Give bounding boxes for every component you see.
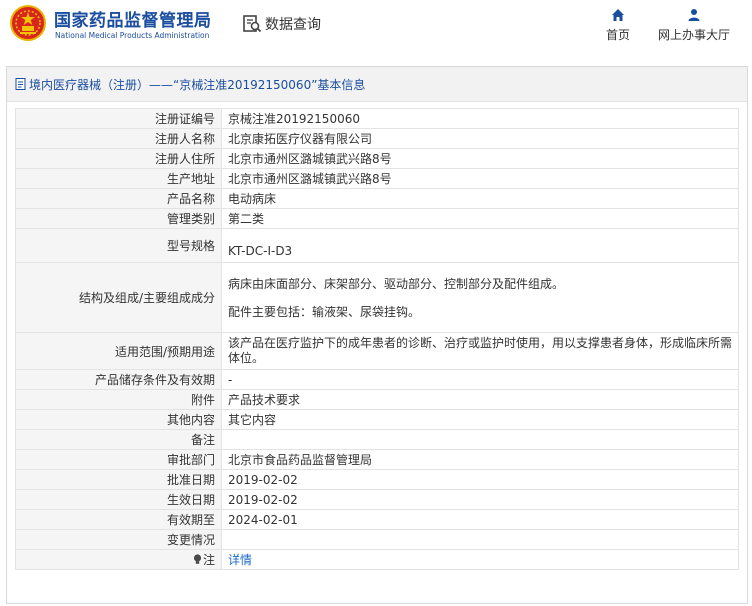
lightbulb-icon [193, 554, 202, 564]
table-row: 备注 [15, 429, 739, 450]
nav-home[interactable]: 首页 [603, 8, 633, 43]
field-value: 其它内容 [221, 409, 739, 430]
field-label: 其他内容 [15, 409, 222, 430]
field-label: 附件 [15, 389, 222, 410]
field-label: 型号规格 [15, 228, 222, 263]
field-label: 备注 [15, 429, 222, 450]
field-label: 产品储存条件及有效期 [15, 369, 222, 390]
search-document-icon [243, 15, 262, 33]
brand-title: 国家药品监督管理局 [54, 11, 212, 31]
field-value: 北京市通州区潞城镇武兴路8号 [221, 148, 739, 169]
note-label: 注 [202, 553, 215, 567]
field-label: 审批部门 [15, 449, 222, 470]
device-info-panel: 境内医疗器械（注册）——“京械注准20192150060”基本信息 注册证编号 … [6, 66, 748, 604]
field-label: 变更情况 [15, 529, 222, 550]
table-row: 型号规格 KT-DC-I-D3 [15, 228, 739, 263]
field-label: 管理类别 [15, 208, 222, 229]
table-row: 产品储存条件及有效期 - [15, 369, 739, 390]
brand-subtitle: National Medical Products Administration [55, 31, 210, 40]
table-row: 批准日期 2019-02-02 [15, 469, 739, 490]
home-icon [612, 9, 624, 21]
nav-hall-label: 网上办事大厅 [657, 28, 730, 42]
field-label: 批准日期 [15, 469, 222, 490]
table-row: 有效期至 2024-02-01 [15, 509, 739, 530]
table-row: 结构及组成/主要组成成分 病床由床面部分、床架部分、驱动部分、控制部分及配件组成… [15, 262, 739, 333]
table-row: 审批部门 北京市食品药品监督管理局 [15, 449, 739, 470]
table-row: 注册人名称 北京康拓医疗仪器有限公司 [15, 128, 739, 149]
field-label: 适用范围/预期用途 [15, 332, 222, 370]
field-value: 2019-02-02 [221, 489, 739, 510]
panel-header: 境内医疗器械（注册）——“京械注准20192150060”基本信息 [7, 67, 747, 102]
panel-title: 境内医疗器械（注册）——“京械注准20192150060”基本信息 [29, 77, 366, 92]
user-icon [688, 9, 700, 21]
table-row: 变更情况 [15, 529, 739, 550]
field-value: 病床由床面部分、床架部分、驱动部分、控制部分及配件组成。 配件主要包括：输液架、… [221, 262, 739, 333]
field-label: 有效期至 [15, 509, 222, 530]
field-label: 产品名称 [15, 188, 222, 209]
nav-home-label: 首页 [605, 28, 630, 42]
table-row: 生产地址 北京市通州区潞城镇武兴路8号 [15, 168, 739, 189]
national-emblem-icon [10, 5, 46, 41]
field-label: 注 [15, 549, 222, 570]
field-label: 生效日期 [15, 489, 222, 510]
document-icon [15, 78, 26, 90]
field-value: 北京市通州区潞城镇武兴路8号 [221, 168, 739, 189]
table-row: 适用范围/预期用途 该产品在医疗监护下的成年患者的诊断、治疗或监护时使用，用以支… [15, 332, 739, 370]
table-row: 注 详情 [15, 549, 739, 570]
details-link[interactable]: 详情 [228, 553, 252, 567]
field-value: 京械注准20192150060 [221, 108, 739, 129]
nav-online-service-hall[interactable]: 网上办事大厅 [654, 8, 734, 43]
table-row: 产品名称 电动病床 [15, 188, 739, 209]
table-row: 其他内容 其它内容 [15, 409, 739, 430]
field-label: 注册人名称 [15, 128, 222, 149]
field-value: KT-DC-I-D3 [221, 228, 739, 263]
field-value: 电动病床 [221, 188, 739, 209]
field-value [221, 429, 739, 450]
field-label: 注册证编号 [15, 108, 222, 129]
table-row: 管理类别 第二类 [15, 208, 739, 229]
structure-text: 病床由床面部分、床架部分、驱动部分、控制部分及配件组成。 [228, 276, 565, 291]
field-value: 第二类 [221, 208, 739, 229]
field-value: 该产品在医疗监护下的成年患者的诊断、治疗或监护时使用，用以支撑患者身体，形成临床… [221, 332, 739, 370]
table-row: 附件 产品技术要求 [15, 389, 739, 410]
top-header: 国家药品监督管理局 National Medical Products Admi… [0, 0, 752, 56]
field-value: 产品技术要求 [221, 389, 739, 410]
structure-accessories-text: 配件主要包括：输液架、尿袋挂钩。 [228, 304, 421, 319]
data-query-link[interactable]: 数据查询 [242, 12, 321, 36]
table-row: 注册人住所 北京市通州区潞城镇武兴路8号 [15, 148, 739, 169]
table-row: 生效日期 2019-02-02 [15, 489, 739, 510]
info-table: 注册证编号 京械注准20192150060 注册人名称 北京康拓医疗仪器有限公司… [15, 108, 739, 570]
data-query-label: 数据查询 [265, 17, 321, 33]
table-row: 注册证编号 京械注准20192150060 [15, 108, 739, 129]
field-value: 2019-02-02 [221, 469, 739, 490]
field-value: 北京市食品药品监督管理局 [221, 449, 739, 470]
field-value: 北京康拓医疗仪器有限公司 [221, 128, 739, 149]
field-value: 详情 [221, 549, 739, 570]
field-label: 生产地址 [15, 168, 222, 189]
field-value: 2024-02-01 [221, 509, 739, 530]
field-value [221, 529, 739, 550]
field-label: 结构及组成/主要组成成分 [15, 262, 222, 333]
field-label: 注册人住所 [15, 148, 222, 169]
field-value: - [221, 369, 739, 390]
